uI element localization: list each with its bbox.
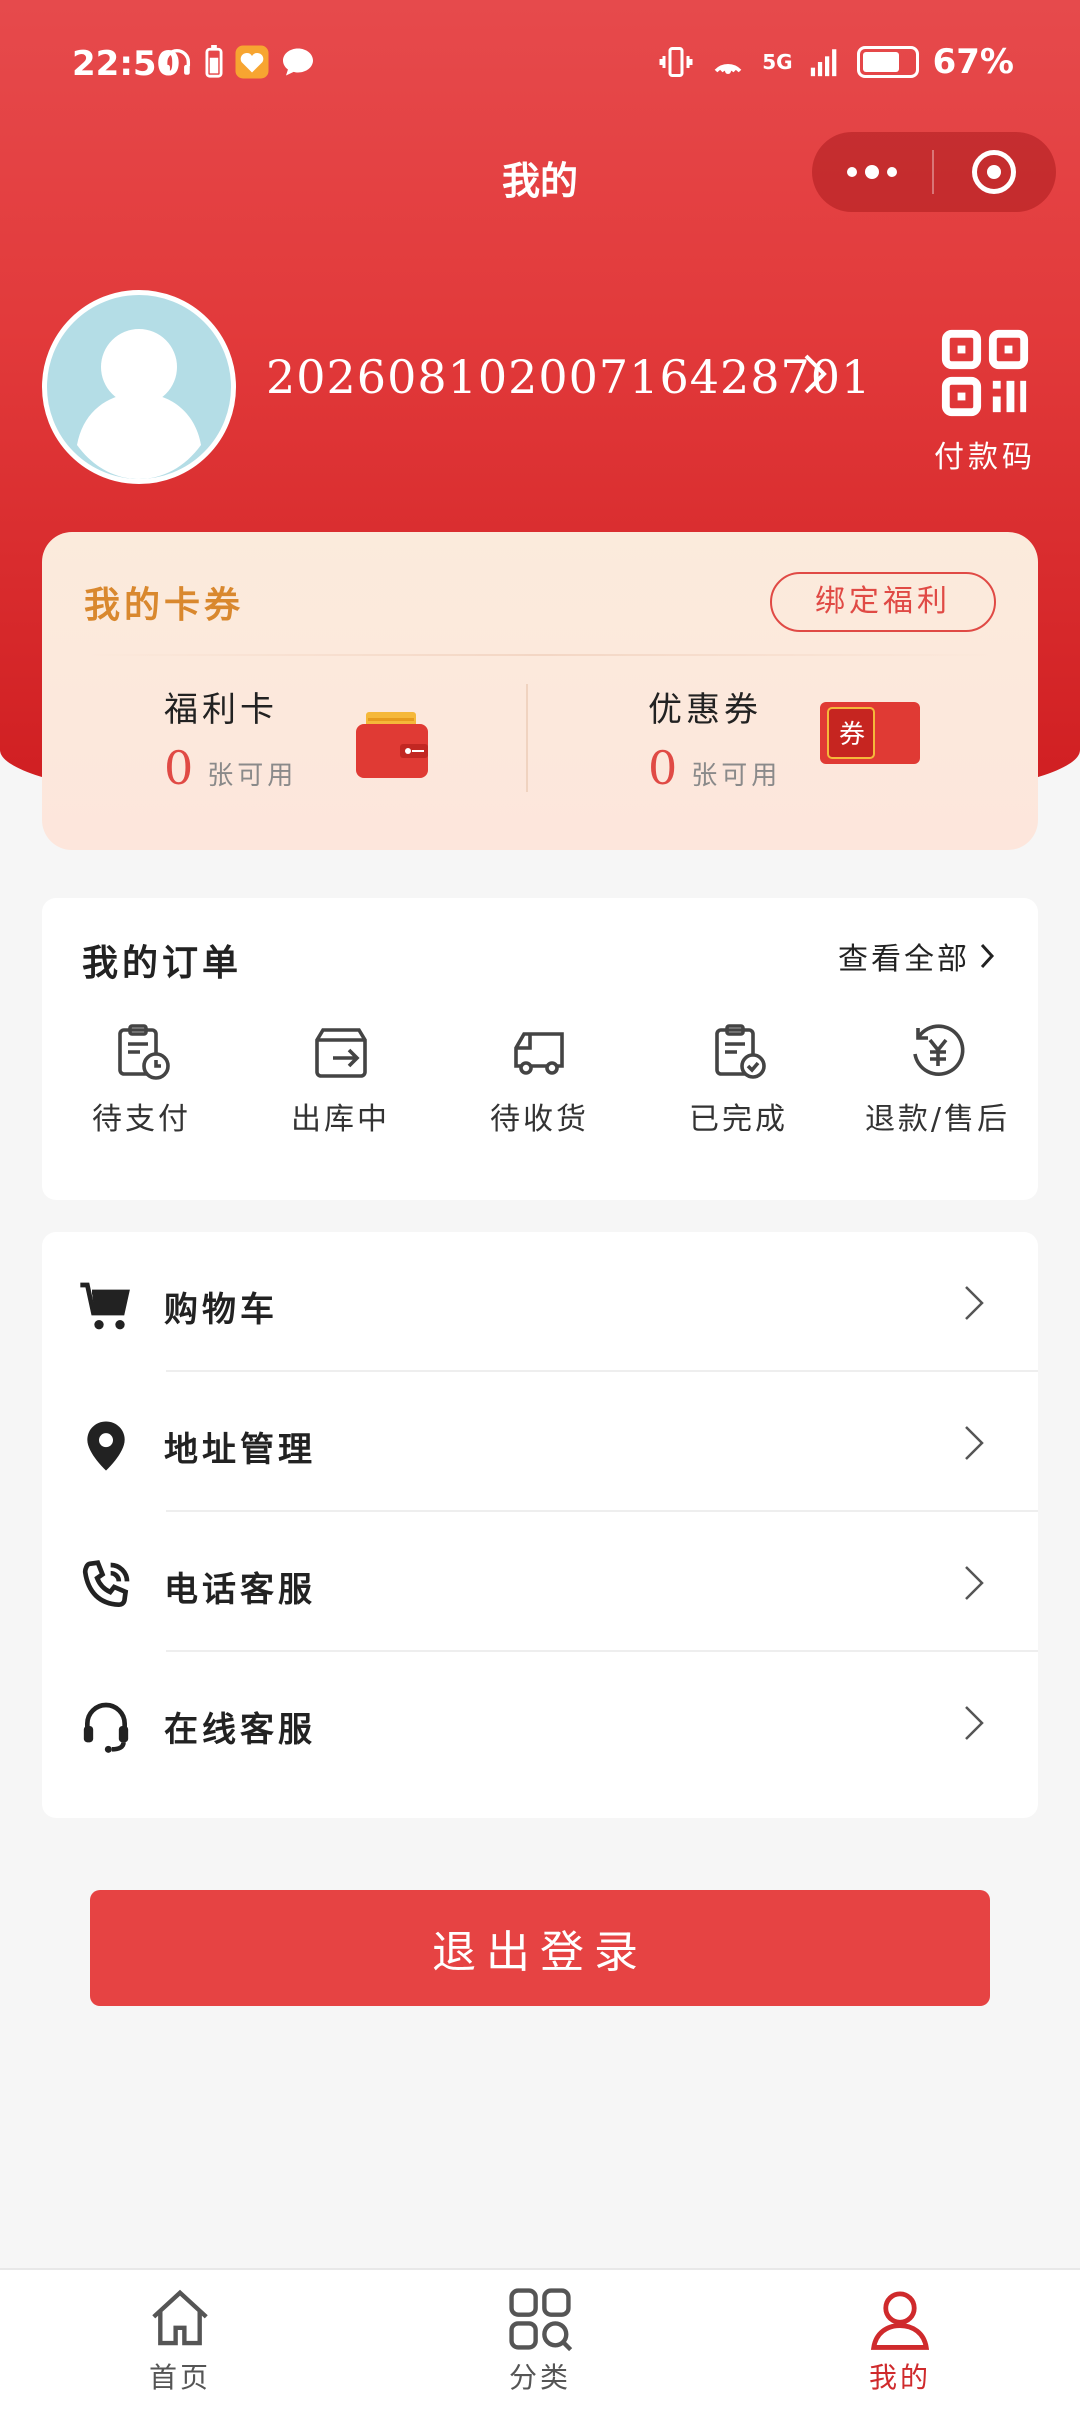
coupon-title: 我的卡券	[84, 585, 245, 626]
signal-icon	[810, 49, 836, 77]
battery-icon	[856, 46, 919, 78]
menu-card: 购物车 地址管理 电话客服 在线客服	[42, 1232, 1038, 1818]
battery-percent: 67%	[932, 42, 1014, 82]
tab-category[interactable]: 分类	[360, 2270, 720, 2412]
phone-icon	[82, 1560, 130, 1608]
coupon-badge-text: 券	[838, 720, 865, 750]
coupon-count: 0	[648, 741, 678, 795]
logout-button[interactable]: 退出登录	[90, 1890, 990, 2006]
menu-item-address[interactable]: 地址管理	[42, 1372, 1038, 1512]
tab-category-label: 分类	[508, 2361, 571, 2394]
default-avatar-icon	[77, 329, 201, 479]
order-out-of-stock-label: 出库中	[291, 1102, 390, 1137]
menu-item-address-label: 地址管理	[164, 1430, 316, 1470]
user-icon	[870, 2291, 930, 2350]
order-status-list: 待支付 出库中 待收货 已完成 退款/售后	[42, 1020, 1038, 1138]
order-awaiting-receipt-label: 待收货	[490, 1102, 589, 1137]
view-all-orders-link[interactable]: 查看全部	[838, 934, 996, 978]
clipboard-check-icon	[714, 1024, 766, 1079]
location-pin-icon	[87, 1421, 125, 1471]
chevron-right-icon	[965, 1426, 984, 1460]
coupon-vertical-divider	[526, 684, 528, 792]
welfare-card-unit: 张可用	[207, 761, 298, 791]
menu-item-online-service-label: 在线客服	[164, 1710, 316, 1750]
more-dot	[847, 167, 857, 177]
order-out-of-stock[interactable]: 出库中	[241, 1020, 440, 1138]
paycode-button[interactable]: 付款码	[930, 326, 1040, 476]
refund-yen-icon	[912, 1024, 964, 1076]
coupon-card: 我的卡券 绑定福利 福利卡 0 张可用 优惠券 0 张可用 券	[42, 532, 1038, 850]
menu-item-phone-service[interactable]: 电话客服	[42, 1512, 1038, 1652]
paycode-label: 付款码	[934, 440, 1036, 475]
tab-mine[interactable]: 我的	[720, 2270, 1080, 2412]
menu-item-cart-label: 购物车	[164, 1290, 278, 1330]
status-notification-icons	[160, 44, 316, 80]
more-options-button[interactable]	[812, 132, 932, 212]
order-pending-payment[interactable]: 待支付	[42, 1020, 241, 1138]
status-bar: 22:50 5G 67%	[0, 0, 1080, 128]
order-awaiting-receipt[interactable]: 待收货	[440, 1020, 639, 1138]
order-refund-aftersales-label: 退款/售后	[864, 1102, 1011, 1137]
hotspot-icon	[714, 64, 742, 74]
mini-program-capsule	[812, 132, 1056, 212]
chevron-right-icon	[965, 1566, 984, 1600]
chevron-right-icon[interactable]	[800, 352, 830, 396]
tab-mine-label: 我的	[868, 2361, 931, 2394]
order-completed-label: 已完成	[689, 1102, 788, 1137]
user-id[interactable]: 20260810200716428701	[266, 350, 871, 404]
close-mini-program-button[interactable]	[934, 132, 1054, 212]
order-pending-payment-label: 待支付	[92, 1102, 191, 1137]
box-out-icon	[314, 1028, 367, 1078]
coupon-ticket-icon: 券	[820, 702, 920, 764]
message-bubble-icon	[283, 48, 313, 76]
chevron-right-icon	[965, 1706, 984, 1740]
menu-item-cart[interactable]: 购物车	[42, 1232, 1038, 1372]
chevron-right-icon	[980, 943, 995, 969]
qr-code-icon	[941, 329, 1029, 417]
menu-item-phone-service-label: 电话客服	[164, 1570, 316, 1610]
order-refund-aftersales[interactable]: 退款/售后	[838, 1020, 1037, 1138]
vibrate-icon	[659, 47, 693, 77]
category-icon	[509, 2288, 573, 2352]
bind-benefit-button[interactable]: 绑定福利	[770, 572, 996, 632]
coupon-divider	[84, 654, 996, 656]
bottom-tab-bar: 首页 分类 我的	[0, 2268, 1080, 2412]
orders-card: 我的订单 查看全部 待支付 出库中 待收货 已完成 退款/售后	[42, 898, 1038, 1200]
coupon-item[interactable]: 优惠券 0 张可用	[648, 682, 781, 795]
truck-icon	[513, 1032, 564, 1075]
tab-home-label: 首页	[148, 2361, 211, 2394]
tab-home[interactable]: 首页	[0, 2270, 360, 2412]
clipboard-clock-icon	[117, 1024, 170, 1080]
avatar[interactable]	[42, 290, 236, 484]
status-right-group: 5G 67%	[658, 42, 1014, 82]
orders-title: 我的订单	[82, 943, 243, 984]
menu-item-online-service[interactable]: 在线客服	[42, 1652, 1038, 1792]
battery-small-icon	[205, 45, 223, 78]
welfare-card-name: 福利卡	[164, 690, 278, 730]
coupon-name: 优惠券	[648, 690, 762, 730]
headset-icon	[83, 1702, 129, 1753]
more-dot	[865, 165, 879, 179]
app-heart-icon	[235, 45, 269, 79]
welfare-card-count: 0	[164, 741, 194, 795]
view-all-label: 查看全部	[838, 942, 970, 977]
network-type: 5G	[762, 50, 793, 74]
wallet-icon	[356, 712, 428, 778]
cart-icon	[80, 1282, 130, 1330]
coupon-unit: 张可用	[691, 761, 782, 791]
more-dot	[887, 167, 897, 177]
chevron-right-icon	[965, 1286, 984, 1320]
home-icon	[152, 2289, 208, 2346]
headphones-icon	[163, 49, 191, 75]
welfare-card-item[interactable]: 福利卡 0 张可用	[164, 682, 297, 795]
order-completed[interactable]: 已完成	[639, 1020, 838, 1138]
target-icon	[972, 150, 1016, 194]
